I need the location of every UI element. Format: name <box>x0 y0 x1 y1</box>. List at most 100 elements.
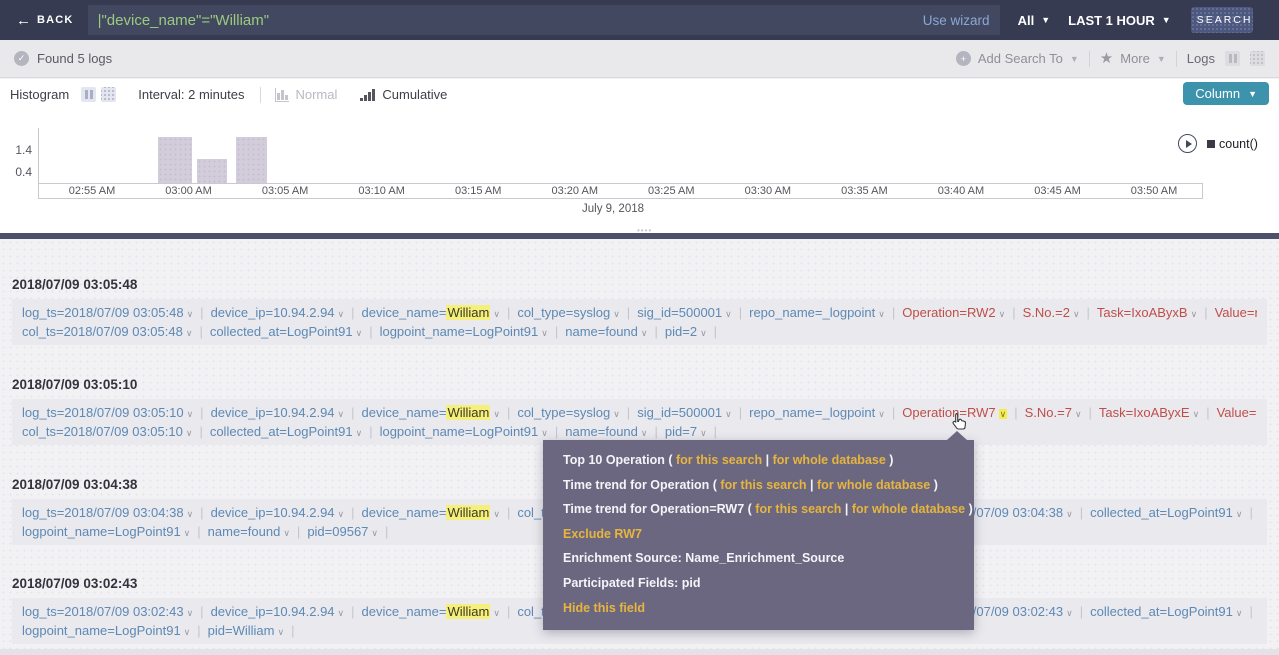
chevron-down-icon[interactable]: ∨ <box>356 328 363 338</box>
chevron-down-icon[interactable]: ∨ <box>613 309 620 319</box>
chevron-down-icon[interactable]: ∨ <box>187 608 194 618</box>
x-axis-tick-label: 03:05 AM <box>262 185 308 197</box>
chevron-down-icon[interactable]: ∨ <box>999 409 1008 419</box>
chevron-down-icon[interactable]: ∨ <box>493 608 500 618</box>
chevron-down-icon[interactable]: ∨ <box>493 509 500 519</box>
histogram-bar[interactable] <box>197 159 227 183</box>
time-range-dropdown[interactable]: LAST 1 HOUR ▼ <box>1068 13 1171 28</box>
chevron-down-icon[interactable]: ∨ <box>186 328 193 338</box>
chevron-down-icon[interactable]: ∨ <box>541 428 548 438</box>
use-wizard-link[interactable]: Use wizard <box>923 13 990 28</box>
normal-mode-toggle[interactable]: Normal <box>275 87 337 102</box>
chevron-down-icon[interactable]: ∨ <box>1073 309 1080 319</box>
chevron-down-icon[interactable]: ∨ <box>338 409 345 419</box>
popup-link[interactable]: for whole database <box>852 502 965 516</box>
log-timestamp: 2018/07/09 03:04:38 <box>12 477 137 492</box>
chevron-down-icon[interactable]: ∨ <box>641 328 648 338</box>
chevron-down-icon[interactable]: ∨ <box>1236 608 1243 618</box>
popup-link[interactable]: for whole database <box>773 453 886 467</box>
topbar: ← BACK |"device_name"="William" Use wiza… <box>0 0 1279 40</box>
histogram-toolbar: Histogram Interval: 2 minutes Normal Cum… <box>0 79 1279 110</box>
chevron-down-icon[interactable]: ∨ <box>184 627 191 637</box>
column-chart-type-dropdown[interactable]: Column ▼ <box>1183 82 1269 105</box>
cumulative-chart-icon <box>359 89 376 102</box>
list-view-icon[interactable] <box>1225 51 1240 66</box>
histogram-bar[interactable] <box>236 137 267 183</box>
chevron-down-icon[interactable]: ∨ <box>613 409 620 419</box>
field-separator: | <box>1204 305 1207 320</box>
chevron-down-icon[interactable]: ∨ <box>338 309 345 319</box>
highlighted-value: William <box>446 305 490 320</box>
field-key-value: collected_at=LogPoint91 <box>210 324 353 339</box>
chevron-down-icon[interactable]: ∨ <box>1066 608 1073 618</box>
popup-link[interactable]: for this search <box>676 453 762 467</box>
popup-link[interactable]: for whole database <box>817 478 930 492</box>
chevron-down-icon[interactable]: ∨ <box>338 608 345 618</box>
chevron-down-icon[interactable]: ∨ <box>356 428 363 438</box>
play-button[interactable] <box>1178 134 1197 153</box>
chevron-down-icon[interactable]: ∨ <box>186 428 193 438</box>
chart-dots-view-icon[interactable] <box>101 87 116 102</box>
logs-view-label: Logs <box>1187 51 1215 66</box>
chevron-down-icon[interactable]: ∨ <box>700 428 707 438</box>
chevron-down-icon[interactable]: ∨ <box>184 528 191 538</box>
popup-link[interactable]: for this search <box>755 502 841 516</box>
field-key-value: log_ts=2018/07/09 03:02:43 <box>22 604 184 619</box>
popup-link[interactable]: Hide this field <box>563 601 645 615</box>
chevron-down-icon[interactable]: ∨ <box>1066 509 1073 519</box>
field-actions-popup: Top 10 Operation ( for this search | for… <box>543 440 974 630</box>
chart-bars-view-icon[interactable] <box>81 87 96 102</box>
chevron-down-icon[interactable]: ∨ <box>283 528 290 538</box>
search-query-input[interactable]: |"device_name"="William" Use wizard <box>88 5 1000 35</box>
chevron-down-icon[interactable]: ∨ <box>187 509 194 519</box>
log-field-chip: pid=2∨ <box>665 324 707 339</box>
chevron-down-icon[interactable]: ∨ <box>493 309 500 319</box>
chevron-down-icon: ▼ <box>1157 54 1166 64</box>
chevron-down-icon[interactable]: ∨ <box>1075 409 1082 419</box>
scope-dropdown[interactable]: All ▼ <box>1018 13 1051 28</box>
chevron-down-icon[interactable]: ∨ <box>878 409 885 419</box>
chevron-down-icon: ▼ <box>1162 15 1171 25</box>
chevron-down-icon[interactable]: ∨ <box>641 428 648 438</box>
field-separator: | <box>351 405 354 420</box>
field-key-value: Task=IxoAByxE <box>1099 405 1190 420</box>
star-icon: ★ <box>1100 51 1113 66</box>
grid-view-icon[interactable] <box>1250 51 1265 66</box>
chevron-down-icon[interactable]: ∨ <box>338 509 345 519</box>
field-separator: | <box>739 405 742 420</box>
field-separator: | <box>627 405 630 420</box>
field-key-value: device_ip=10.94.2.94 <box>211 405 335 420</box>
chevron-down-icon[interactable]: ∨ <box>1191 309 1198 319</box>
field-separator: | <box>351 305 354 320</box>
chevron-down-icon[interactable]: ∨ <box>493 409 500 419</box>
divider <box>260 87 261 103</box>
search-query-text[interactable]: |"device_name"="William" <box>98 12 915 29</box>
y-axis-line <box>38 128 39 183</box>
back-button[interactable]: ← BACK <box>16 13 74 28</box>
chevron-down-icon[interactable]: ∨ <box>999 309 1006 319</box>
chevron-down-icon[interactable]: ∨ <box>725 309 732 319</box>
search-button[interactable]: SEARCH <box>1191 7 1253 33</box>
cumulative-mode-toggle[interactable]: Cumulative <box>359 87 447 102</box>
log-field-chip: S.No.=7∨ <box>1025 405 1082 420</box>
chevron-down-icon[interactable]: ∨ <box>278 627 285 637</box>
field-separator: | <box>351 505 354 520</box>
chevron-down-icon[interactable]: ∨ <box>371 528 378 538</box>
popup-link[interactable]: for this search <box>720 478 806 492</box>
log-field-chip: device_ip=10.94.2.94∨ <box>211 305 345 320</box>
chevron-down-icon[interactable]: ∨ <box>187 309 194 319</box>
highlighted-value: William <box>446 505 490 520</box>
time-range-value: LAST 1 HOUR <box>1068 13 1155 28</box>
x-axis-tick-label: 02:55 AM <box>69 185 115 197</box>
more-button[interactable]: ★ More ▼ <box>1100 51 1166 66</box>
chevron-down-icon[interactable]: ∨ <box>1236 509 1243 519</box>
popup-link[interactable]: Exclude RW7 <box>563 527 642 541</box>
chevron-down-icon[interactable]: ∨ <box>700 328 707 338</box>
chevron-down-icon[interactable]: ∨ <box>725 409 732 419</box>
chevron-down-icon[interactable]: ∨ <box>878 309 885 319</box>
histogram-bar[interactable] <box>158 137 192 183</box>
chevron-down-icon[interactable]: ∨ <box>1193 409 1200 419</box>
chevron-down-icon[interactable]: ∨ <box>187 409 194 419</box>
chevron-down-icon[interactable]: ∨ <box>541 328 548 338</box>
add-search-to-button[interactable]: + Add Search To ▼ <box>956 51 1079 66</box>
